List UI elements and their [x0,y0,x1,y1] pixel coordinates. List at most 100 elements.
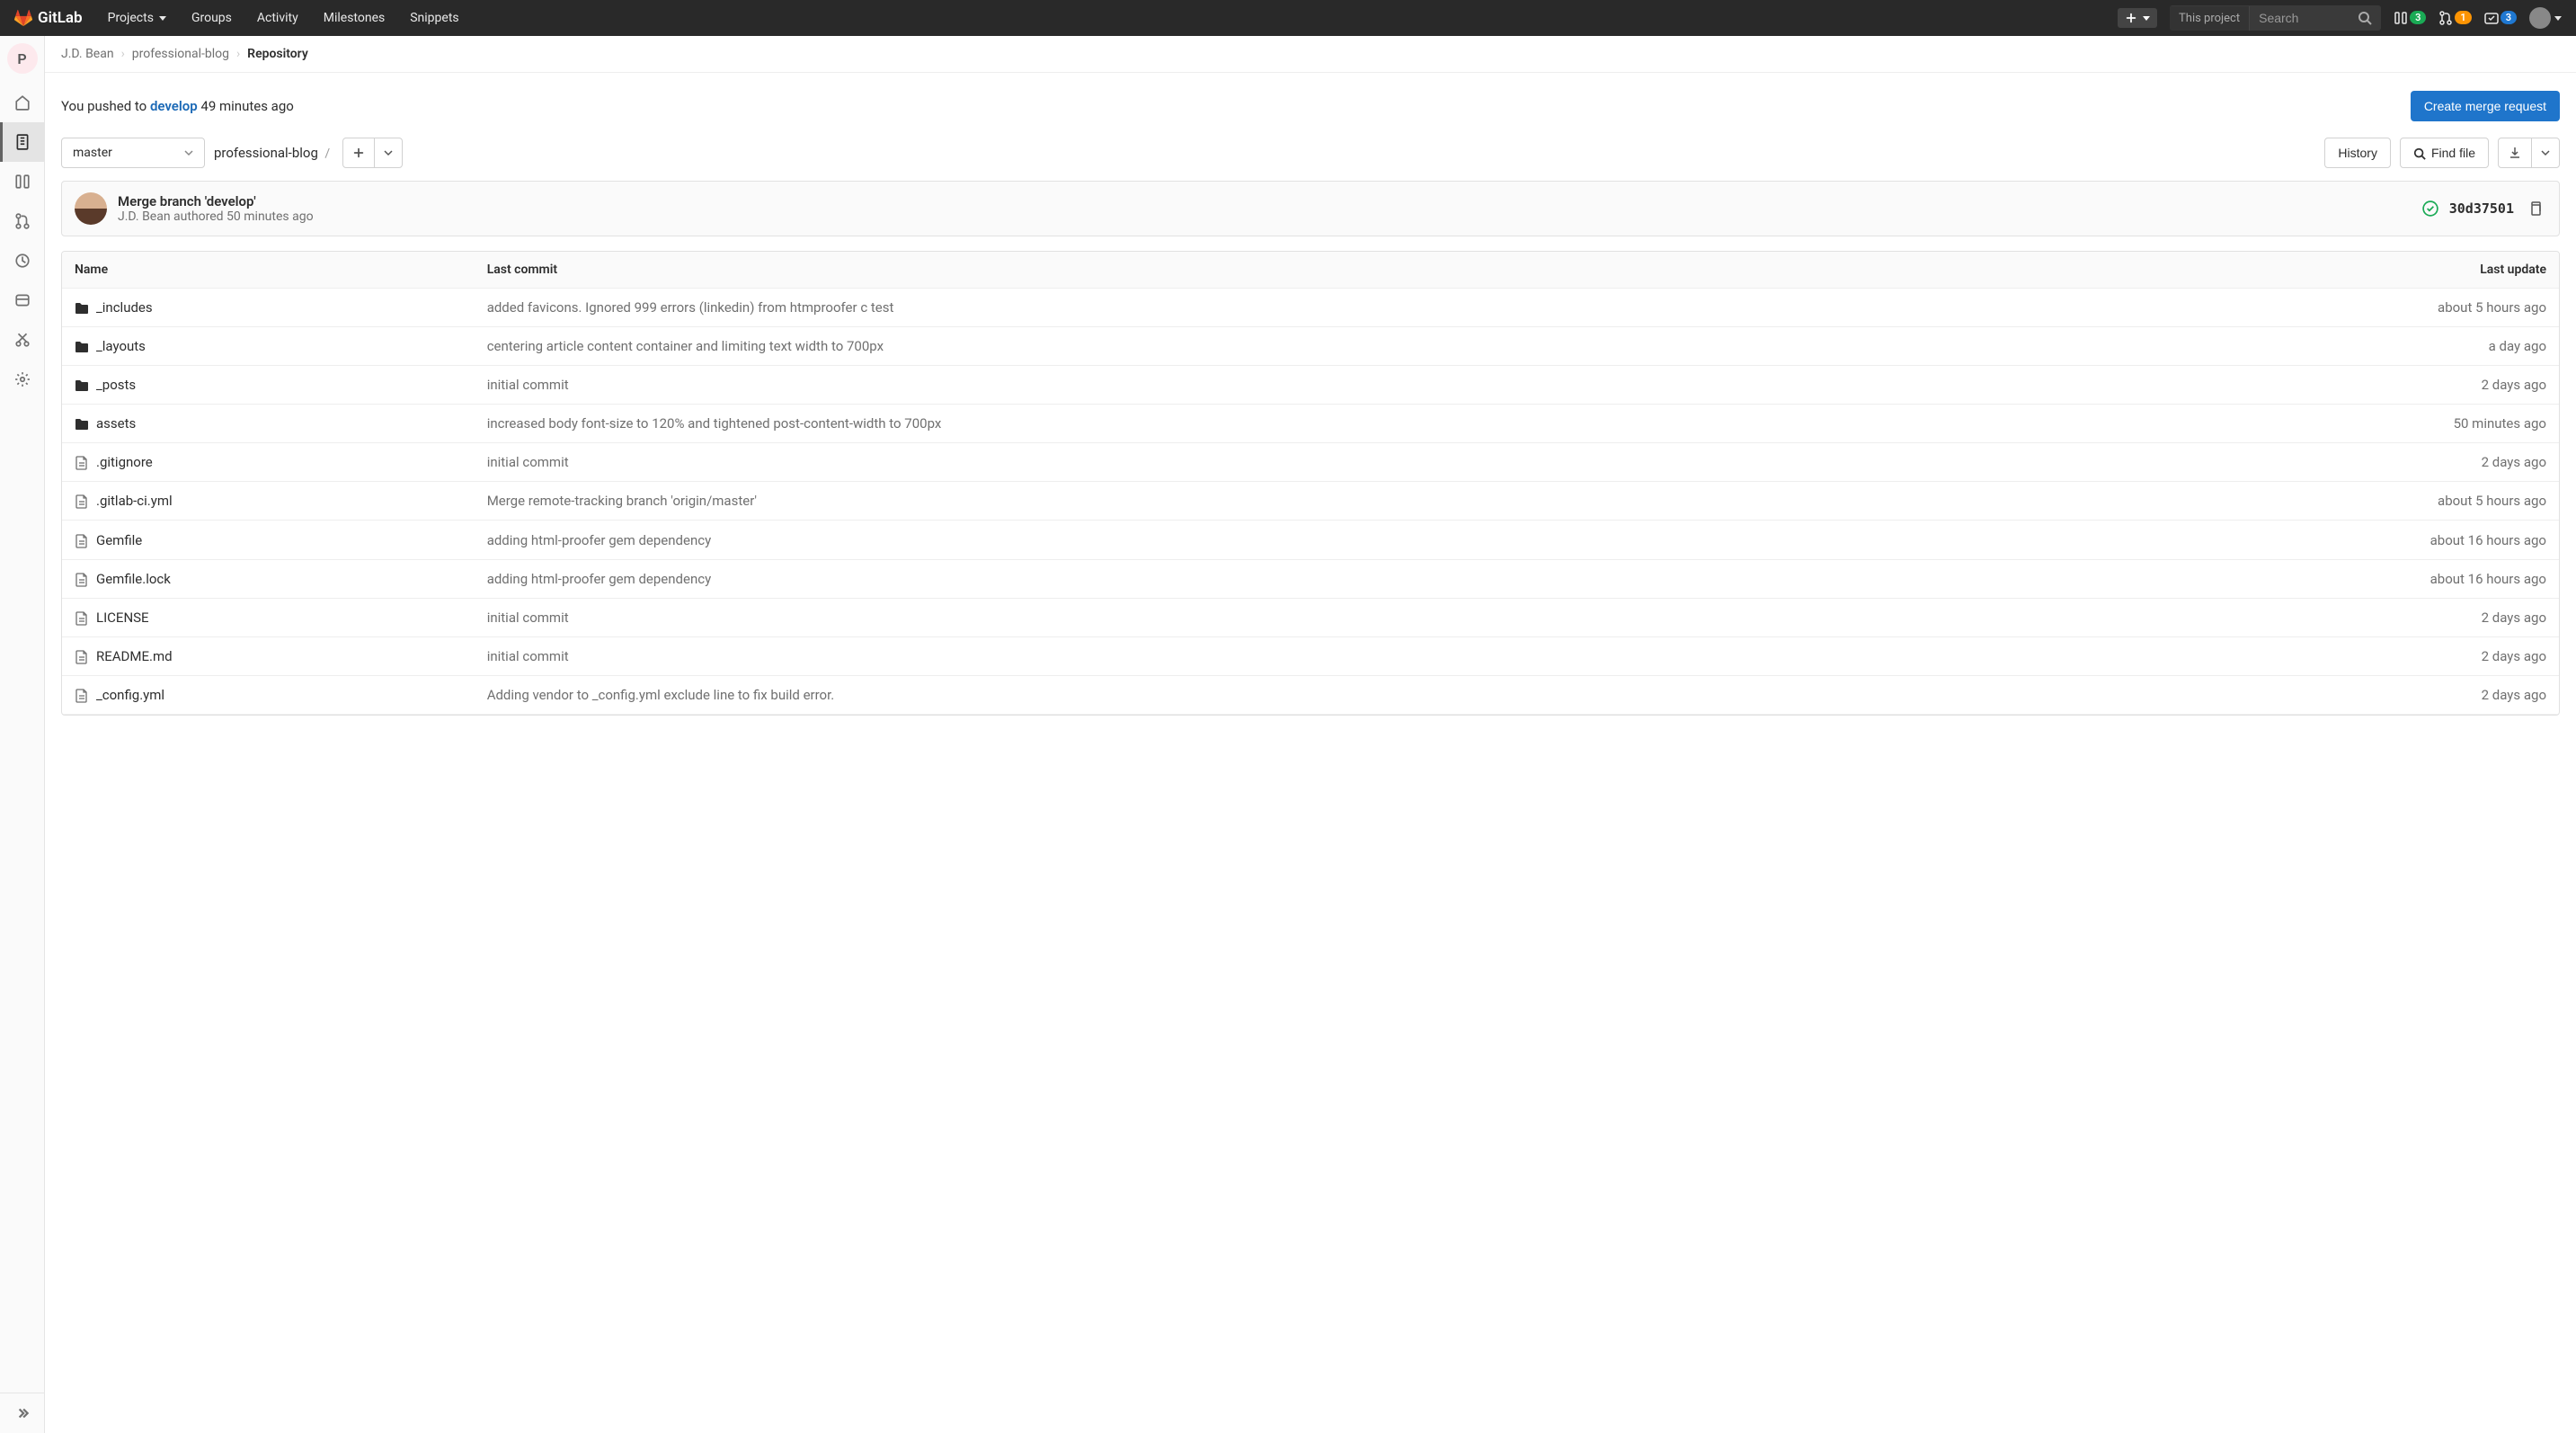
commit-message-link[interactable]: centering article content container and … [487,338,884,354]
path-project-link[interactable]: professional-blog [214,145,318,161]
search-scope-label[interactable]: This project [2170,6,2250,31]
breadcrumb-owner[interactable]: J.D. Bean [61,47,114,61]
add-file-caret[interactable] [375,138,402,167]
issues-icon [2394,11,2408,25]
search-input[interactable] [2250,5,2349,31]
download-caret[interactable] [2532,138,2559,167]
sidebar-project-home[interactable] [0,83,45,122]
table-row: .gitlab-ci.yml Merge remote-tracking bran… [62,482,2559,521]
navbar-right: This project 3 1 3 [2118,5,2562,31]
search-box: This project [2170,5,2381,31]
issues-link[interactable]: 3 [2394,11,2426,25]
commit-message-link[interactable]: increased body font-size to 120% and tig… [487,415,942,432]
sidebar-ci-cd[interactable] [0,241,45,280]
file-link[interactable]: assets [75,415,462,432]
table-row: Gemfile.lock adding html-proofer gem depe… [62,559,2559,598]
commit-title[interactable]: Merge branch 'develop' [118,193,2412,209]
file-link[interactable]: Gemfile.lock [75,571,462,587]
table-row: LICENSEinitial commit2 days ago [62,598,2559,636]
commit-message-link[interactable]: initial commit [487,648,569,664]
add-file-dropdown [342,138,403,168]
commit-message-link[interactable]: initial commit [487,377,569,393]
file-link[interactable]: .gitlab-ci.yml [75,493,462,509]
table-row: _layouts centering article content contai… [62,327,2559,366]
nav-activity[interactable]: Activity [248,4,307,32]
nav-milestones[interactable]: Milestones [315,4,395,32]
sidebar-snippets[interactable] [0,320,45,360]
main-content: J.D. Bean › professional-blog › Reposito… [45,36,2576,1433]
commit-meta: J.D. Bean authored 50 minutes ago [118,209,2412,224]
merge-requests-link[interactable]: 1 [2438,11,2471,25]
commit-message-link[interactable]: adding html-proofer gem dependency [487,571,712,587]
file-link[interactable]: _config.yml [75,687,462,703]
gitlab-logo[interactable]: GitLab [14,9,83,28]
commit-message-link[interactable]: Merge remote-tracking branch 'origin/mas… [487,493,757,509]
todos-link[interactable]: 3 [2484,11,2517,25]
file-link[interactable]: _layouts [75,338,462,354]
nav-snippets[interactable]: Snippets [401,4,467,32]
push-alert: You pushed to develop 49 minutes ago Cre… [61,87,2560,138]
project-avatar[interactable]: P [7,43,38,74]
chevron-right-icon: › [236,47,240,61]
commit-sha[interactable]: 30d37501 [2449,200,2514,217]
user-menu[interactable] [2529,7,2562,29]
download-button[interactable] [2499,138,2532,167]
new-button[interactable] [2118,8,2157,28]
sidebar-expand-toggle[interactable] [0,1393,45,1433]
sidebar-registry[interactable] [0,280,45,320]
commit-message-link[interactable]: Adding vendor to _config.yml exclude lin… [487,687,835,703]
top-navbar: GitLab Projects Groups Activity Mileston… [0,0,2576,36]
commit-message-link[interactable]: initial commit [487,610,569,626]
update-time: 2 days ago [2482,687,2546,703]
nav-projects[interactable]: Projects [99,4,175,32]
file-link[interactable]: Gemfile [75,531,462,547]
push-alert-text: You pushed to develop 49 minutes ago [61,98,294,114]
todos-count-badge: 3 [2500,11,2517,24]
folder-icon [75,415,89,432]
commit-message-link[interactable]: adding html-proofer gem dependency [487,532,712,548]
update-time: 2 days ago [2482,377,2546,393]
update-time: about 5 hours ago [2438,493,2546,509]
nav-groups[interactable]: Groups [182,4,241,32]
commit-author-avatar[interactable] [75,192,107,225]
navbar-left: GitLab Projects Groups Activity Mileston… [14,4,468,32]
update-time: 50 minutes ago [2454,415,2546,432]
update-time: 2 days ago [2482,648,2546,664]
sidebar-repository[interactable] [0,122,45,162]
search-icon[interactable] [2349,7,2381,29]
file-icon [75,610,89,626]
push-branch-link[interactable]: develop [150,98,198,114]
file-link[interactable]: .gitignore [75,454,462,470]
last-commit-box: Merge branch 'develop' J.D. Bean authore… [61,181,2560,236]
update-time: about 5 hours ago [2438,299,2546,316]
history-button[interactable]: History [2324,138,2391,168]
file-icon [75,454,89,470]
commit-message-link[interactable]: initial commit [487,454,569,470]
commit-message-link[interactable]: added favicons. Ignored 999 errors (link… [487,299,894,316]
copy-sha-button[interactable] [2525,198,2546,219]
path-breadcrumb: professional-blog / [214,145,333,161]
table-row: _config.yml Adding vendor to _config.yml … [62,675,2559,714]
branch-selector[interactable]: master [61,138,205,168]
pipeline-status-icon[interactable] [2422,200,2438,217]
chevron-down-icon [184,146,193,160]
file-link[interactable]: _posts [75,377,462,393]
file-link[interactable]: README.md [75,648,462,664]
file-link[interactable]: LICENSE [75,610,462,626]
add-file-button[interactable] [343,138,375,167]
table-row: _posts initial commit 2 days ago [62,366,2559,405]
repo-toolbar: master professional-blog / [61,138,2560,168]
col-last-commit: Last commit [475,252,2084,289]
merge-request-icon [2438,11,2453,25]
update-time: a day ago [2489,338,2546,354]
file-link[interactable]: _includes [75,299,462,316]
breadcrumb-project[interactable]: professional-blog [132,47,229,61]
search-icon [2413,146,2426,160]
sidebar-merge-requests[interactable] [0,201,45,241]
sidebar-issues[interactable] [0,162,45,201]
find-file-button[interactable]: Find file [2400,138,2489,168]
folder-icon [75,338,89,354]
sidebar-settings[interactable] [0,360,45,399]
left-sidebar: P [0,36,45,1433]
create-merge-request-button[interactable]: Create merge request [2411,91,2560,121]
